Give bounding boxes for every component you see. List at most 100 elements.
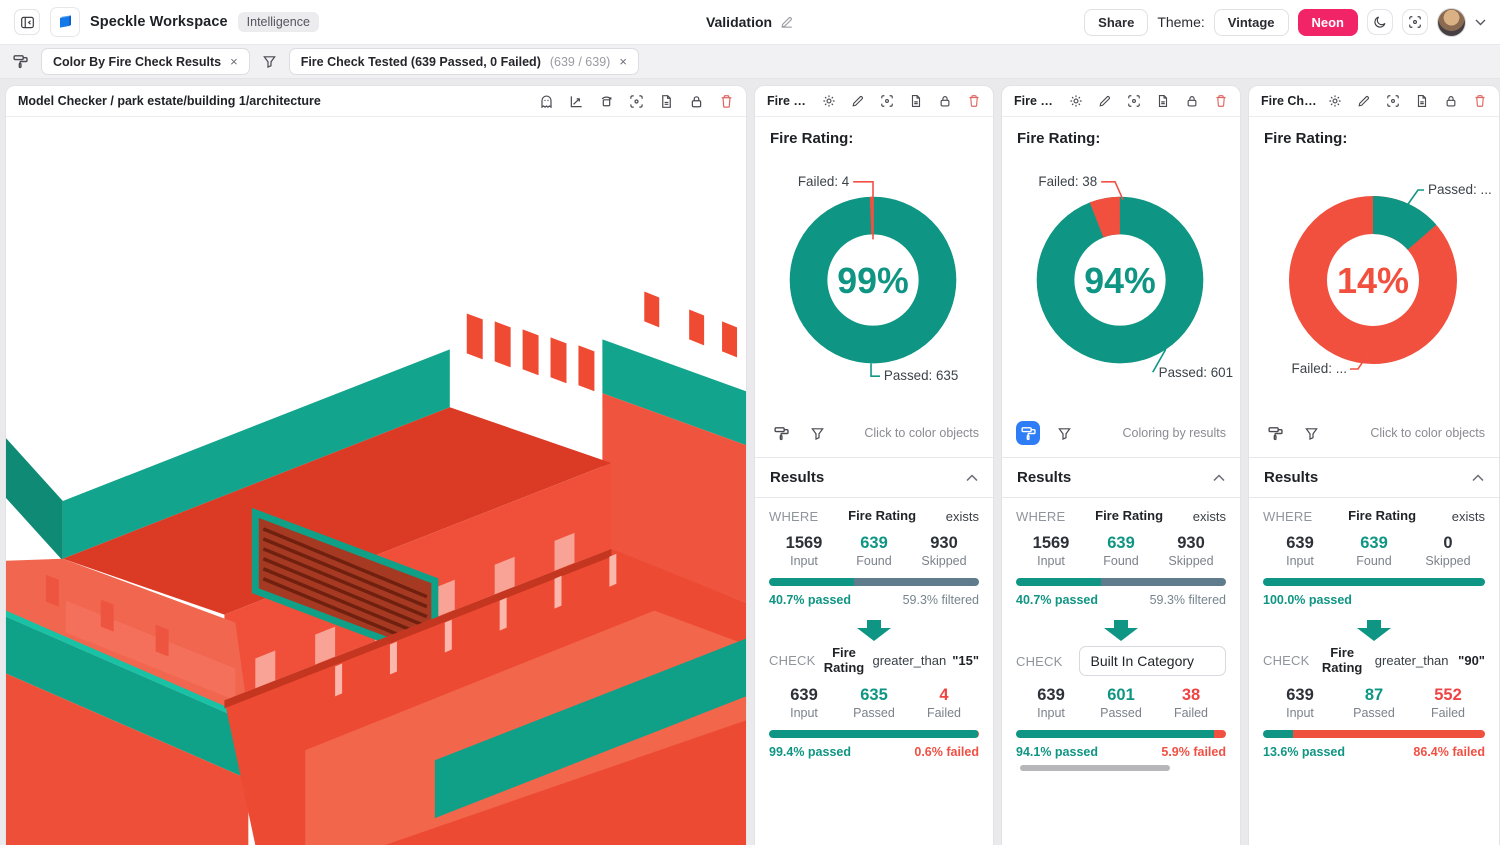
settings-button[interactable] [1069, 94, 1083, 108]
scan-icon [1386, 94, 1400, 108]
trash-icon [719, 94, 734, 109]
sidebar-collapse-icon [20, 15, 35, 30]
stat-value: 639 [1086, 534, 1156, 553]
document-icon [909, 94, 923, 108]
passed-pct: 40.7% passed [769, 593, 851, 607]
top-header: Speckle Workspace Intelligence Validatio… [0, 0, 1500, 45]
fire-check-panel-3: Fire Check... Fire Rating: 14% Passed: .… [1248, 85, 1500, 845]
donut-chart[interactable]: 14% Passed: ... Failed: ... [1249, 147, 1499, 419]
stat-value: 0 [1411, 534, 1485, 553]
funnel-icon [1057, 426, 1072, 441]
stat-label: Skipped [909, 554, 979, 568]
check-value: "90" [1458, 653, 1485, 668]
results-toggle[interactable]: Results [755, 457, 993, 497]
check-field-dropdown[interactable]: Built In Category [1079, 646, 1226, 676]
scan-icon [1127, 94, 1141, 108]
check-value: "15" [952, 653, 979, 668]
donut-chart[interactable]: 94% Failed: 38 Passed: 601 [1002, 147, 1240, 419]
gear-icon [1328, 94, 1342, 108]
focus-button[interactable] [880, 94, 894, 108]
isolate-filter-button[interactable] [1052, 421, 1076, 445]
stat-value: 639 [769, 686, 839, 705]
failed-pct: 0.6% failed [914, 745, 979, 759]
stat-label: Found [1337, 554, 1411, 568]
isolate-filter-button[interactable] [805, 421, 829, 445]
fail-callout: Failed: ... [1291, 361, 1347, 376]
donut-chart[interactable]: 99% Failed: 4 Passed: 635 [755, 147, 993, 419]
where-field: Fire Rating [848, 509, 916, 524]
stat-value: 930 [909, 534, 979, 553]
share-button[interactable]: Share [1084, 9, 1148, 36]
account-menu-button[interactable] [1475, 19, 1486, 26]
filter-chip-fire-check[interactable]: Fire Check Tested (639 Passed, 0 Failed)… [289, 48, 639, 75]
stat-label: Input [769, 706, 839, 720]
document-button[interactable] [909, 94, 923, 108]
chevron-up-icon [966, 474, 978, 482]
passed-pct: 94.1% passed [1016, 745, 1098, 759]
speckle-logo[interactable] [50, 7, 80, 37]
lock-button[interactable] [1444, 94, 1458, 108]
results-toggle[interactable]: Results [1002, 457, 1240, 497]
lock-button[interactable] [689, 94, 704, 109]
close-icon[interactable]: × [619, 55, 627, 68]
lock-icon [1185, 94, 1199, 108]
theme-neon-button[interactable]: Neon [1298, 9, 1359, 36]
results-toggle[interactable]: Results [1249, 457, 1499, 497]
panel-title: Fire Check... [767, 94, 814, 108]
delete-button[interactable] [967, 94, 981, 108]
document-button[interactable] [1415, 94, 1429, 108]
check-keyword: CHECK [769, 653, 816, 668]
stat-label: Failed [909, 706, 979, 720]
edit-button[interactable] [851, 94, 865, 108]
close-icon[interactable]: × [230, 55, 238, 68]
filter-chip-color-by[interactable]: Color By Fire Check Results × [41, 48, 250, 75]
color-status-text: Coloring by results [1122, 426, 1226, 440]
settings-button[interactable] [822, 94, 836, 108]
document-button[interactable] [659, 94, 674, 109]
delete-button[interactable] [1473, 94, 1487, 108]
results-body: WHERE Fire Rating exists 1569Input 639Fo… [755, 497, 993, 771]
color-status-text: Click to color objects [864, 426, 979, 440]
pencil-icon [851, 94, 865, 108]
stat-label: Passed [839, 706, 909, 720]
edit-button[interactable] [1098, 94, 1112, 108]
lock-icon [1444, 94, 1458, 108]
delete-button[interactable] [1214, 94, 1228, 108]
stat-value: 639 [1263, 686, 1337, 705]
stat-value: 601 [1086, 686, 1156, 705]
chip-label: Color By Fire Check Results [53, 55, 221, 69]
document-icon [1415, 94, 1429, 108]
stat-value: 87 [1337, 686, 1411, 705]
delete-button[interactable] [719, 94, 734, 109]
focus-button[interactable] [629, 94, 644, 109]
theme-label: Theme: [1157, 14, 1204, 30]
user-avatar[interactable] [1437, 8, 1466, 37]
focus-button[interactable] [1386, 94, 1400, 108]
edit-title-button[interactable] [780, 15, 794, 29]
focus-button[interactable] [1127, 94, 1141, 108]
orbit-button[interactable] [599, 94, 614, 109]
color-objects-button[interactable] [1016, 421, 1040, 445]
failed-pct: 5.9% failed [1161, 745, 1226, 759]
ghost-button[interactable] [539, 94, 554, 109]
edit-button[interactable] [1357, 94, 1371, 108]
focus-mode-button[interactable] [1402, 9, 1428, 35]
lock-button[interactable] [938, 94, 952, 108]
model-3d-view[interactable] [6, 117, 746, 845]
viewer-title: Model Checker / park estate/building 1/a… [18, 94, 321, 108]
chart-button[interactable] [569, 94, 584, 109]
color-objects-button[interactable] [1263, 421, 1287, 445]
dark-mode-button[interactable] [1367, 9, 1393, 35]
lock-button[interactable] [1185, 94, 1199, 108]
document-button[interactable] [1156, 94, 1170, 108]
check-op: greater_than [1375, 653, 1449, 668]
isolate-filter-button[interactable] [1299, 421, 1323, 445]
where-block: WHERE Fire Rating exists 1569Input 639Fo… [755, 498, 993, 619]
theme-vintage-button[interactable]: Vintage [1214, 9, 1289, 36]
settings-button[interactable] [1328, 94, 1342, 108]
workspace-title: Speckle Workspace [90, 14, 228, 30]
color-objects-button[interactable] [769, 421, 793, 445]
horizontal-scrollbar[interactable] [1020, 765, 1170, 771]
sidebar-collapse-button[interactable] [14, 9, 40, 35]
results-title: Results [1017, 469, 1071, 486]
